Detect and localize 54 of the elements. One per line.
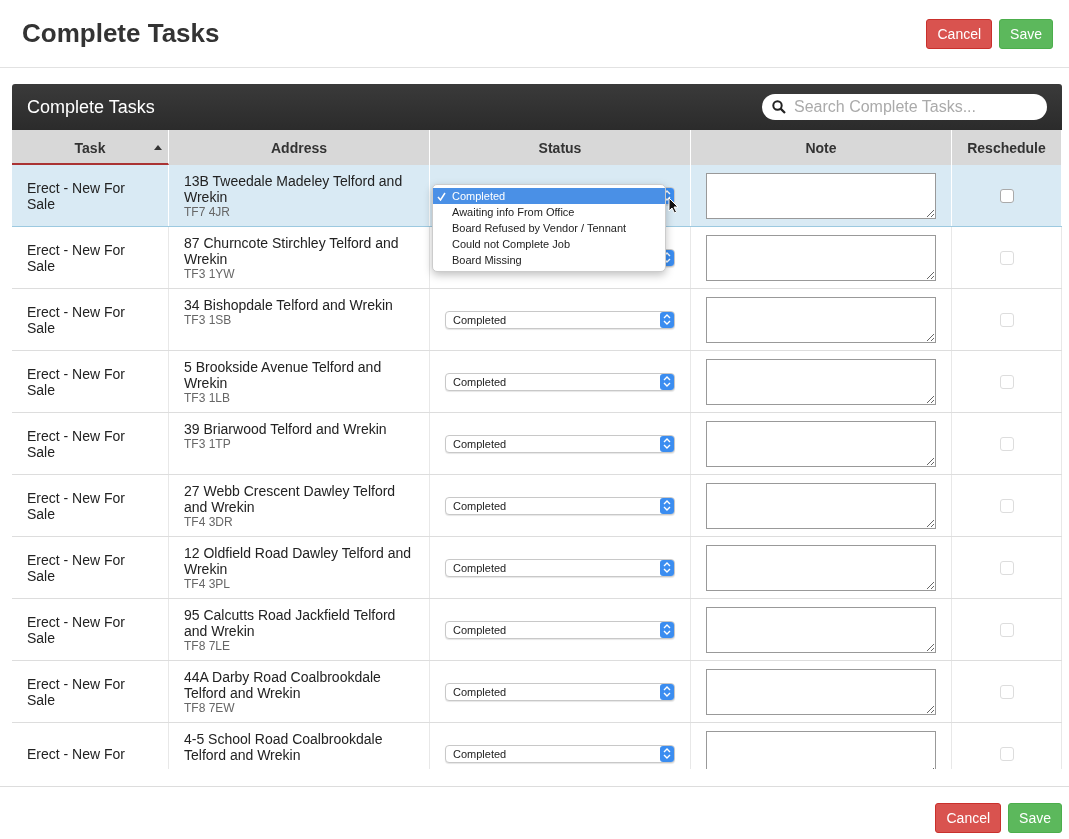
address-text: 39 Briarwood Telford and Wrekin bbox=[184, 421, 387, 437]
task-cell-text: Erect - New For Sale bbox=[27, 489, 126, 522]
postcode-text: TF8 7EW bbox=[184, 701, 235, 715]
search-field[interactable]: Search Complete Tasks... bbox=[762, 94, 1047, 120]
cancel-button[interactable]: Cancel bbox=[935, 803, 1002, 833]
address-text: 87 Churncote Stirchley Telford and Wrekin bbox=[184, 235, 400, 267]
task-cell-text: Erect - New For Sale bbox=[27, 303, 126, 336]
dropdown-option[interactable]: Could not Complete Job bbox=[433, 236, 665, 252]
address-text: 34 Bishopdale Telford and Wrekin bbox=[184, 297, 393, 313]
task-cell-text: Erect - New For Sale bbox=[27, 427, 126, 460]
dropdown-option[interactable]: Board Missing bbox=[433, 252, 665, 268]
postcode-text: TF8 7LE bbox=[184, 639, 231, 653]
select-arrows-icon bbox=[660, 559, 674, 576]
postcode-text: TF4 3DR bbox=[184, 515, 233, 529]
postcode-text: TF3 1LB bbox=[184, 391, 231, 405]
page-title: Complete Tasks bbox=[22, 18, 220, 49]
select-arrows-icon bbox=[660, 745, 674, 762]
select-arrows-icon bbox=[660, 497, 674, 514]
address-text: 4-5 School Road Coalbrookdale Telford and Wrekin bbox=[184, 731, 384, 763]
task-cell-text: Erect - New For bbox=[27, 745, 126, 762]
column-header[interactable]: Status bbox=[430, 130, 691, 165]
column-header[interactable]: Address bbox=[169, 130, 430, 165]
sort-ascending-icon bbox=[154, 145, 162, 150]
column-header[interactable]: Reschedule bbox=[952, 130, 1062, 165]
select-arrows-icon bbox=[660, 683, 674, 700]
note-field[interactable] bbox=[706, 172, 936, 219]
address-text: 27 Webb Crescent Dawley Telford and Wrekin bbox=[184, 483, 397, 515]
cancel-button[interactable]: Cancel bbox=[926, 18, 993, 49]
address-text: 13B Tweedale Madeley Telford and Wrekin bbox=[184, 173, 404, 205]
postcode-text: TF7 4JR bbox=[184, 205, 230, 219]
task-cell-text: Erect - New For Sale bbox=[27, 675, 126, 708]
address-text: 12 Oldfield Road Dawley Telford and Wrekin bbox=[184, 545, 412, 577]
select-arrows-icon bbox=[660, 621, 674, 638]
task-cell-text: Erect - New For Sale bbox=[27, 613, 126, 646]
select-arrows-icon bbox=[660, 311, 674, 328]
search-icon bbox=[772, 100, 786, 114]
checkmark-icon bbox=[437, 191, 446, 201]
reschedule-checkbox[interactable] bbox=[999, 188, 1014, 203]
postcode-text: TF3 1SB bbox=[184, 313, 232, 327]
column-header[interactable]: Note bbox=[691, 130, 952, 165]
task-cell-text: Erect - New For Sale bbox=[27, 365, 126, 398]
select-arrows-icon bbox=[660, 435, 674, 452]
select-arrows-icon bbox=[660, 373, 674, 390]
task-cell-text: Erect - New For Sale bbox=[27, 551, 126, 584]
address-text: 5 Brookside Avenue Telford and Wrekin bbox=[184, 359, 383, 391]
task-cell-text: Erect - New For Sale bbox=[27, 179, 126, 212]
postcode-text: TF4 3PL bbox=[184, 577, 231, 591]
task-cell-text: Erect - New For Sale bbox=[27, 241, 126, 274]
address-text: 95 Calcutts Road Jackfield Telford and Wrekin bbox=[184, 607, 397, 639]
panel-title: Complete Tasks bbox=[27, 96, 155, 118]
postcode-text: TF3 1TP bbox=[184, 437, 231, 451]
address-text: 44A Darby Road Coalbrookdale Telford and Wrekin bbox=[184, 669, 382, 701]
dropdown-option[interactable]: Awaiting info From Office bbox=[433, 204, 665, 220]
column-header[interactable]: Task bbox=[12, 130, 169, 165]
